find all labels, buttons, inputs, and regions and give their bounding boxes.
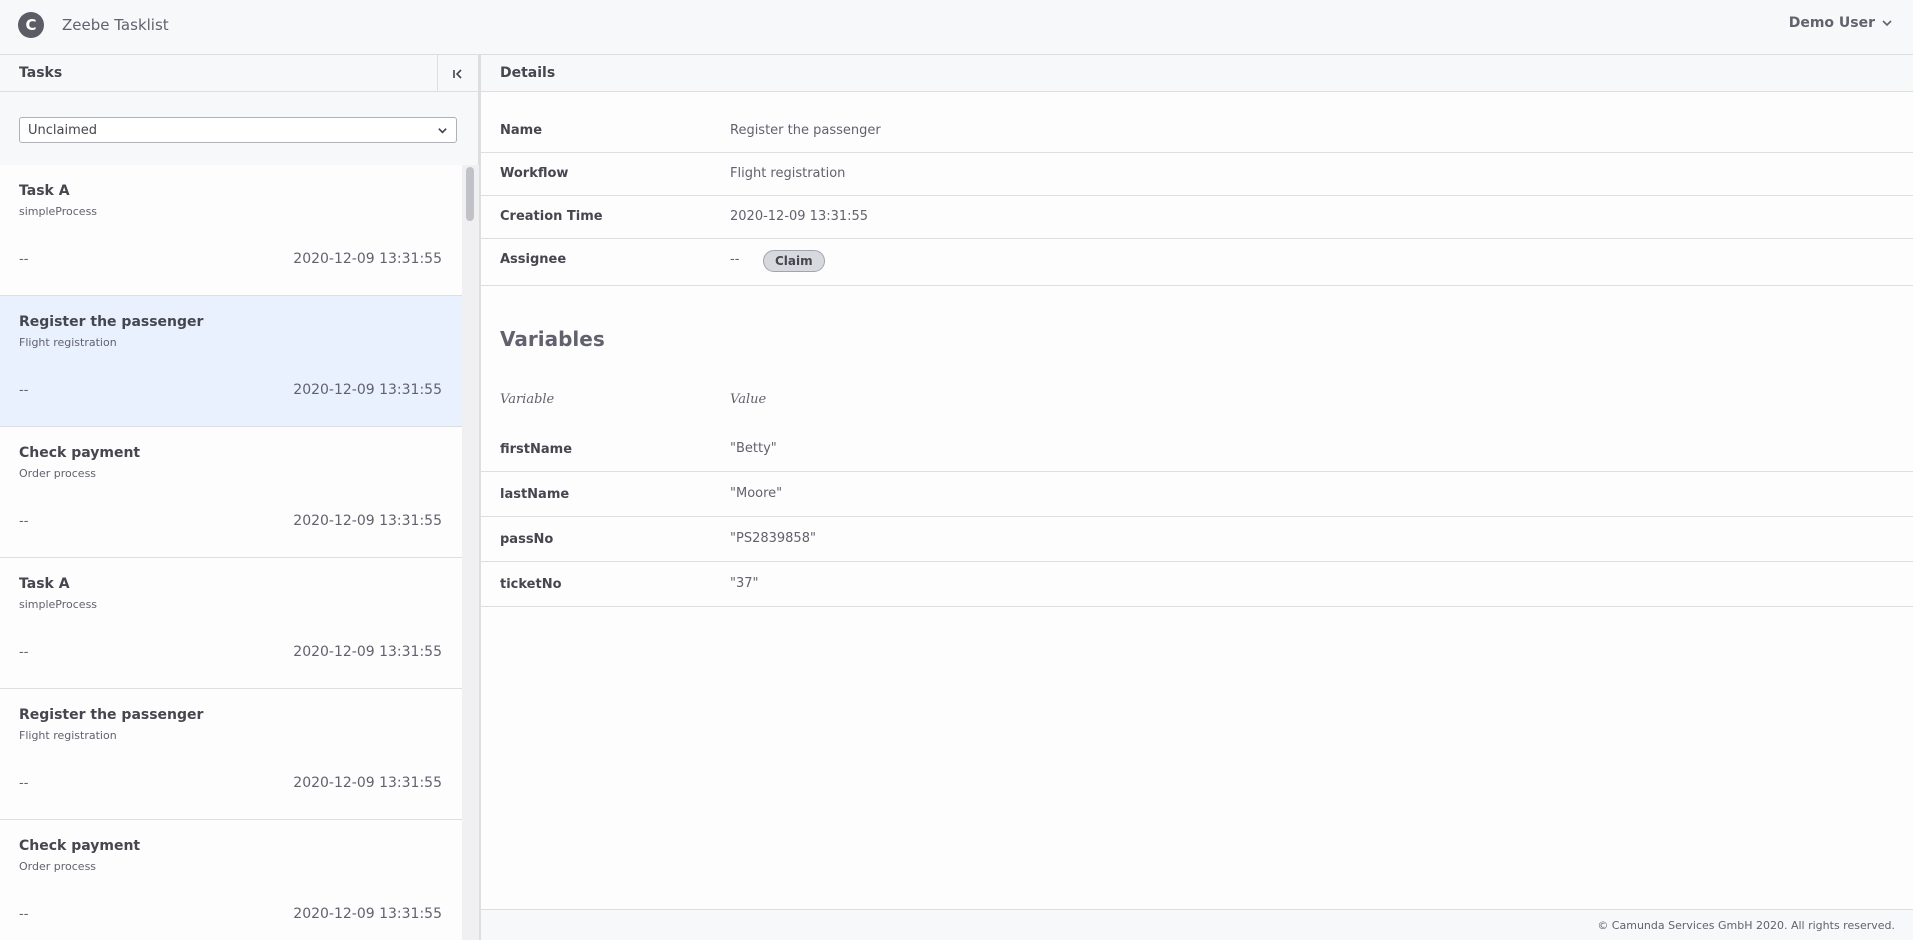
task-creation-time: 2020-12-09 13:31:55 (293, 644, 442, 660)
footer: © Camunda Services GmbH 2020. All rights… (481, 909, 1913, 940)
variable-name: passNo (500, 532, 554, 547)
copyright-text: © Camunda Services GmbH 2020. All rights… (1597, 919, 1895, 932)
user-menu[interactable]: Demo User (1789, 15, 1893, 31)
task-assignee: -- (19, 907, 29, 922)
detail-label: Creation Time (500, 209, 603, 224)
detail-label: Name (500, 123, 543, 138)
task-assignee: -- (19, 514, 29, 529)
camunda-logo-icon: C (18, 12, 44, 38)
scrollbar-thumb[interactable] (466, 167, 474, 221)
detail-label: Assignee (500, 252, 567, 267)
tasks-panel: Tasks Unclaimed Task A simpleProcess -- … (0, 55, 479, 940)
task-process: simpleProcess (19, 598, 98, 611)
app-title: Zeebe Tasklist (62, 16, 169, 34)
detail-value: 2020-12-09 13:31:55 (730, 209, 869, 224)
tasks-panel-header: Tasks (0, 55, 478, 92)
tasks-panel-title: Tasks (19, 65, 63, 81)
task-name: Check payment (19, 838, 141, 854)
variable-name: lastName (500, 487, 570, 502)
details-panel-header: Details (481, 55, 1913, 92)
detail-value: -- (730, 252, 740, 267)
task-list-item-selected[interactable]: Register the passenger Flight registrati… (0, 296, 462, 427)
task-list: Task A simpleProcess -- 2020-12-09 13:31… (0, 165, 462, 940)
collapse-left-icon (453, 68, 462, 79)
task-list-item[interactable]: Task A simpleProcess -- 2020-12-09 13:31… (0, 558, 462, 689)
variable-row: firstName "Betty" (481, 427, 1913, 472)
task-list-item[interactable]: Check payment Order process -- 2020-12-0… (0, 820, 462, 940)
task-name: Task A (19, 183, 70, 199)
task-creation-time: 2020-12-09 13:31:55 (293, 513, 442, 529)
detail-row-workflow: Workflow Flight registration (481, 153, 1913, 196)
task-creation-time: 2020-12-09 13:31:55 (293, 382, 442, 398)
detail-value: Register the passenger (730, 123, 881, 138)
task-assignee: -- (19, 776, 29, 791)
details-panel: Details Name Register the passenger Work… (481, 55, 1913, 940)
detail-row-assignee: Assignee -- Claim (481, 239, 1913, 286)
variable-row: passNo "PS2839858" (481, 517, 1913, 562)
task-list-scrollbar[interactable] (462, 165, 479, 940)
task-creation-time: 2020-12-09 13:31:55 (293, 906, 442, 922)
variables-col-value: Value (730, 392, 767, 407)
task-filter-value: Unclaimed (28, 122, 98, 138)
task-assignee: -- (19, 383, 29, 398)
task-name: Check payment (19, 445, 141, 461)
chevron-down-icon (1882, 20, 1892, 27)
claim-button[interactable]: Claim (763, 250, 825, 272)
task-process: Order process (19, 860, 97, 873)
task-name: Register the passenger (19, 314, 204, 330)
variables-table: firstName "Betty" lastName "Moore" passN… (481, 427, 1913, 607)
task-list-item[interactable]: Register the passenger Flight registrati… (0, 689, 462, 820)
variable-value: "37" (730, 576, 759, 591)
task-process: simpleProcess (19, 205, 98, 218)
task-process: Order process (19, 467, 97, 480)
task-list-item[interactable]: Task A simpleProcess -- 2020-12-09 13:31… (0, 165, 462, 296)
task-list-item[interactable]: Check payment Order process -- 2020-12-0… (0, 427, 462, 558)
detail-row-name: Name Register the passenger (481, 110, 1913, 153)
variable-value: "PS2839858" (730, 531, 816, 546)
variable-name: ticketNo (500, 577, 562, 592)
user-name: Demo User (1788, 15, 1875, 31)
task-filter-select[interactable]: Unclaimed (19, 117, 457, 143)
collapse-panel-button[interactable] (437, 55, 478, 92)
task-assignee: -- (19, 252, 29, 267)
task-assignee: -- (19, 645, 29, 660)
task-creation-time: 2020-12-09 13:31:55 (293, 251, 442, 267)
app-header: C Zeebe Tasklist Demo User (0, 0, 1913, 55)
task-process: Flight registration (19, 729, 117, 742)
detail-label: Workflow (500, 166, 569, 181)
variable-row: ticketNo "37" (481, 562, 1913, 607)
task-name: Task A (19, 576, 70, 592)
detail-row-creation-time: Creation Time 2020-12-09 13:31:55 (481, 196, 1913, 239)
variable-row: lastName "Moore" (481, 472, 1913, 517)
variables-title: Variables (500, 327, 605, 351)
details-table: Name Register the passenger Workflow Fli… (481, 110, 1913, 286)
details-panel-title: Details (500, 65, 556, 81)
variable-value: "Betty" (730, 441, 777, 456)
task-process: Flight registration (19, 336, 117, 349)
variable-value: "Moore" (730, 486, 783, 501)
task-name: Register the passenger (19, 707, 204, 723)
detail-value: Flight registration (730, 166, 846, 181)
task-creation-time: 2020-12-09 13:31:55 (293, 775, 442, 791)
chevron-down-icon (438, 128, 447, 134)
variable-name: firstName (500, 442, 573, 457)
variables-col-variable: Variable (500, 392, 555, 407)
